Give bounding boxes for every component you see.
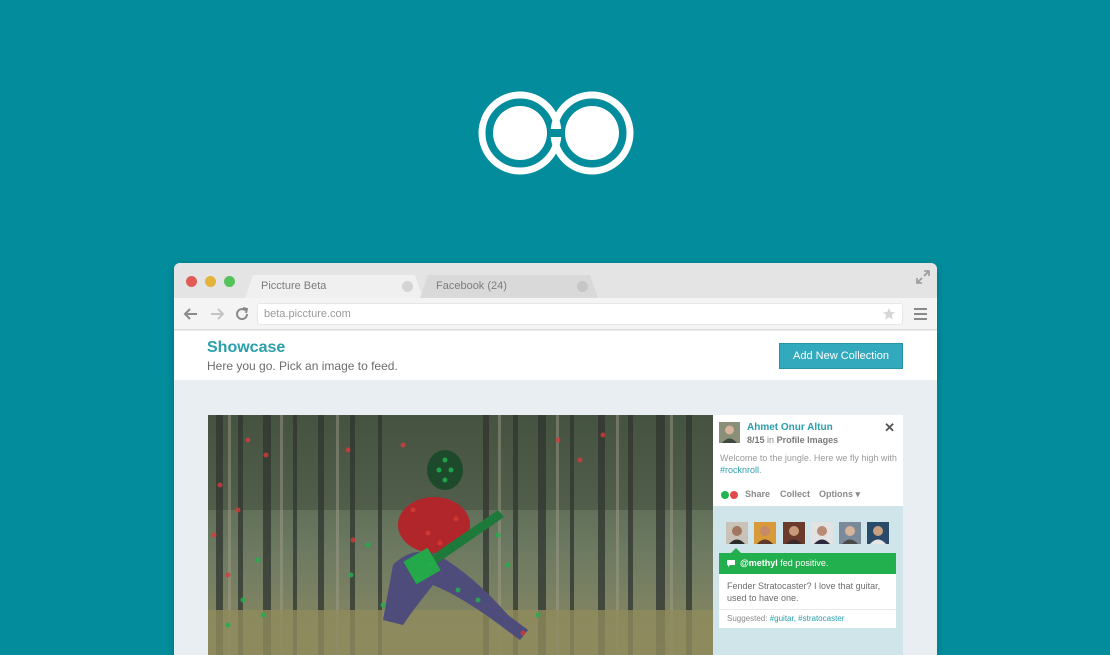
page-header: Showcase Here you go. Pick an image to f… (174, 331, 937, 380)
tab-label: Piccture Beta (261, 280, 327, 292)
feeder-avatar[interactable] (811, 522, 833, 544)
share-button[interactable]: Share (745, 489, 770, 499)
suggested-tags: Suggested: #guitar, #stratocaster (719, 609, 896, 627)
notification-text: fed positive. (777, 558, 829, 568)
bookmark-star-icon[interactable] (882, 307, 896, 321)
browser-titlebar: Piccture Beta Facebook (24) (174, 263, 937, 298)
maximize-window-button[interactable] (224, 276, 235, 287)
feeder-avatar[interactable] (726, 522, 748, 544)
post-meta: 8/15 in Profile Images (747, 435, 838, 445)
suggested-tag-links[interactable]: #guitar, #stratocaster (770, 614, 845, 623)
page-title: Showcase (207, 339, 286, 356)
feed-comment: Fender Stratocaster? I love that guitar,… (719, 574, 896, 628)
suggested-label: Suggested: (727, 614, 770, 623)
tab-close-icon[interactable] (402, 281, 413, 292)
feed-area: @methyl fed positive. Fender Stratocaste… (713, 506, 903, 655)
tab-close-icon[interactable] (577, 281, 588, 292)
post-caption: Welcome to the jungle. Here we fly high … (720, 452, 898, 476)
comment-bubble-icon (727, 560, 735, 567)
reload-icon[interactable] (234, 306, 250, 322)
feed-notification: @methyl fed positive. (719, 553, 896, 574)
showcase-photo[interactable] (208, 415, 713, 655)
in-word: in (767, 435, 775, 445)
caption-end: . (759, 465, 762, 475)
close-window-button[interactable] (186, 276, 197, 287)
piccture-logo (478, 91, 634, 175)
url-text: beta.piccture.com (264, 308, 351, 320)
close-icon[interactable]: ✕ (884, 420, 895, 436)
feeder-avatar[interactable] (867, 522, 889, 544)
page-subtitle: Here you go. Pick an image to feed. (207, 359, 398, 373)
feeder-avatar[interactable] (754, 522, 776, 544)
back-arrow-icon[interactable] (183, 306, 199, 322)
collection-name[interactable]: Profile Images (777, 435, 839, 445)
browser-window: Piccture Beta Facebook (24) beta.picctur… (174, 263, 937, 655)
notification-user[interactable]: @methyl (740, 558, 778, 568)
address-bar[interactable]: beta.piccture.com (257, 303, 903, 325)
browser-tab-facebook[interactable]: Facebook (24) (420, 275, 598, 298)
feeder-avatar[interactable] (839, 522, 861, 544)
author-name[interactable]: Ahmet Onur Altun (747, 422, 833, 433)
caption-hashtag[interactable]: #rocknroll (720, 465, 759, 475)
comment-text: Fender Stratocaster? I love that guitar,… (727, 581, 881, 603)
fullscreen-icon[interactable] (916, 270, 930, 284)
browser-tab-piccture[interactable]: Piccture Beta (245, 275, 423, 298)
caption-text: Welcome to the jungle. Here we fly high … (720, 453, 897, 463)
author-avatar[interactable] (719, 422, 740, 443)
post-count: 8/15 (747, 435, 765, 445)
post-detail-panel: Ahmet Onur Altun 8/15 in Profile Images … (713, 415, 903, 655)
hamburger-menu-icon[interactable] (914, 308, 927, 320)
browser-toolbar: beta.piccture.com (174, 298, 937, 330)
minimize-window-button[interactable] (205, 276, 216, 287)
positive-dot-icon[interactable] (721, 491, 729, 499)
forward-arrow-icon[interactable] (209, 306, 225, 322)
options-dropdown[interactable]: Options ▾ (819, 489, 860, 500)
negative-dot-icon[interactable] (730, 491, 738, 499)
feeder-avatar[interactable] (783, 522, 805, 544)
collect-button[interactable]: Collect (780, 489, 810, 499)
add-new-collection-button[interactable]: Add New Collection (779, 343, 903, 369)
post-actions: Share Collect Options ▾ (721, 489, 899, 501)
tab-label: Facebook (24) (436, 280, 507, 292)
